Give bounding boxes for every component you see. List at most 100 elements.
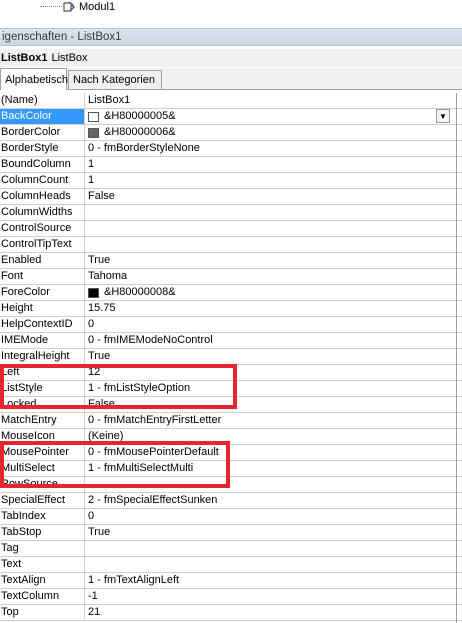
property-row-backcolor[interactable]: BackColor &H80000005& ▼: [0, 109, 462, 125]
property-row-height[interactable]: Height 15.75: [0, 301, 462, 317]
property-value[interactable]: 2 - fmSpecialEffectSunken: [86, 493, 456, 508]
property-name: TextAlign: [0, 573, 85, 588]
property-value[interactable]: &H80000006&: [86, 125, 456, 140]
property-row-columnheads[interactable]: ColumnHeads False: [0, 189, 462, 205]
tree-item-modul1[interactable]: Modul1: [63, 0, 115, 14]
property-row-integralheight[interactable]: IntegralHeight True: [0, 349, 462, 365]
tab-label: Alphabetisch: [5, 73, 68, 86]
property-value[interactable]: False: [86, 189, 456, 204]
property-name: IntegralHeight: [0, 349, 85, 364]
color-swatch: [88, 111, 99, 122]
panel-title-text: igenschaften - ListBox1: [2, 31, 122, 43]
property-grid: (Name) ListBox1 BackColor &H80000005& ▼ …: [0, 93, 462, 621]
property-name: Height: [0, 301, 85, 316]
property-row-columnwidths[interactable]: ColumnWidths: [0, 205, 462, 221]
object-name: ListBox1: [1, 52, 48, 64]
property-row-name[interactable]: (Name) ListBox1: [0, 93, 462, 109]
property-name: Text: [0, 557, 85, 572]
tab-alphabetisch[interactable]: Alphabetisch: [0, 68, 68, 90]
property-value[interactable]: [86, 237, 456, 252]
property-name: BorderStyle: [0, 141, 85, 156]
property-value[interactable]: &H80000005& ▼: [86, 109, 456, 124]
property-name: BoundColumn: [0, 157, 85, 172]
tree-connector-line: [40, 6, 62, 7]
property-value[interactable]: [86, 221, 456, 236]
property-value[interactable]: 21: [86, 605, 456, 620]
color-swatch: [88, 127, 99, 138]
property-tabs: Alphabetisch Nach Kategorien: [0, 68, 462, 90]
property-name: BackColor: [0, 109, 85, 124]
annotation-box-mousepointer-multiselect: [0, 441, 230, 488]
property-row-forecolor[interactable]: ForeColor &H80000008&: [0, 285, 462, 301]
property-row-tag[interactable]: Tag: [0, 541, 462, 557]
chevron-down-icon[interactable]: ▼: [436, 109, 450, 123]
property-value[interactable]: True: [86, 253, 456, 268]
property-value[interactable]: [86, 557, 456, 572]
grid-right-border: [456, 93, 457, 623]
module-icon: [63, 1, 75, 13]
property-row-controltiptext[interactable]: ControlTipText: [0, 237, 462, 253]
property-row-columncount[interactable]: ColumnCount 1: [0, 173, 462, 189]
property-name: TabStop: [0, 525, 85, 540]
property-row-enabled[interactable]: Enabled True: [0, 253, 462, 269]
tree-item-label: Modul1: [79, 1, 116, 13]
properties-panel-title: igenschaften - ListBox1: [0, 28, 462, 46]
property-row-tabindex[interactable]: TabIndex 0: [0, 509, 462, 525]
property-name: TabIndex: [0, 509, 85, 524]
property-row-tabstop[interactable]: TabStop True: [0, 525, 462, 541]
property-name: ColumnWidths: [0, 205, 85, 220]
property-value[interactable]: 1 - fmTextAlignLeft: [86, 573, 456, 588]
tab-label: Nach Kategorien: [73, 74, 155, 86]
property-name: TextColumn: [0, 589, 85, 604]
color-swatch: [88, 287, 99, 298]
property-row-matchentry[interactable]: MatchEntry 0 - fmMatchEntryFirstLetter: [0, 413, 462, 429]
property-value[interactable]: -1: [86, 589, 456, 604]
property-name: ControlTipText: [0, 237, 85, 252]
property-value[interactable]: 0 - fmBorderStyleNone: [86, 141, 456, 156]
object-selector[interactable]: ListBox1 ListBox: [0, 49, 462, 67]
property-row-top[interactable]: Top 21: [0, 605, 462, 621]
property-row-textalign[interactable]: TextAlign 1 - fmTextAlignLeft: [0, 573, 462, 589]
property-value[interactable]: 15.75: [86, 301, 456, 316]
property-value[interactable]: &H80000008&: [86, 285, 456, 300]
property-name: ControlSource: [0, 221, 85, 236]
property-name: ColumnHeads: [0, 189, 85, 204]
object-type: ListBox: [51, 52, 88, 64]
property-name: Font: [0, 269, 85, 284]
property-value[interactable]: 0 - fmMatchEntryFirstLetter: [86, 413, 456, 428]
property-row-controlsource[interactable]: ControlSource: [0, 221, 462, 237]
property-name: (Name): [0, 93, 85, 108]
property-row-text[interactable]: Text: [0, 557, 462, 573]
property-row-boundcolumn[interactable]: BoundColumn 1: [0, 157, 462, 173]
property-name: MatchEntry: [0, 413, 85, 428]
property-row-imemode[interactable]: IMEMode 0 - fmIMEModeNoControl: [0, 333, 462, 349]
property-name: Enabled: [0, 253, 85, 268]
property-row-font[interactable]: Font Tahoma: [0, 269, 462, 285]
property-name: ForeColor: [0, 285, 85, 300]
property-name: Top: [0, 605, 85, 620]
property-name: Tag: [0, 541, 85, 556]
property-row-textcolumn[interactable]: TextColumn -1: [0, 589, 462, 605]
property-value[interactable]: 1: [86, 157, 456, 172]
property-name: ColumnCount: [0, 173, 85, 188]
property-name: HelpContextID: [0, 317, 85, 332]
property-value[interactable]: 0 - fmIMEModeNoControl: [86, 333, 456, 348]
property-value[interactable]: [86, 205, 456, 220]
property-value[interactable]: Tahoma: [86, 269, 456, 284]
property-row-specialeffect[interactable]: SpecialEffect 2 - fmSpecialEffectSunken: [0, 493, 462, 509]
property-value[interactable]: True: [86, 525, 456, 540]
property-value[interactable]: 0: [86, 509, 456, 524]
tab-nach-kategorien[interactable]: Nach Kategorien: [68, 70, 162, 89]
property-value[interactable]: [86, 541, 456, 556]
property-row-bordercolor[interactable]: BorderColor &H80000006&: [0, 125, 462, 141]
property-name: SpecialEffect: [0, 493, 85, 508]
property-row-borderstyle[interactable]: BorderStyle 0 - fmBorderStyleNone: [0, 141, 462, 157]
property-value[interactable]: 1: [86, 173, 456, 188]
annotation-box-left-liststyle: [0, 364, 237, 409]
property-name: IMEMode: [0, 333, 85, 348]
project-tree: Modul1: [0, 0, 462, 26]
property-value[interactable]: ListBox1: [86, 93, 456, 108]
property-row-helpcontextid[interactable]: HelpContextID 0: [0, 317, 462, 333]
property-value[interactable]: True: [86, 349, 456, 364]
property-value[interactable]: 0: [86, 317, 456, 332]
